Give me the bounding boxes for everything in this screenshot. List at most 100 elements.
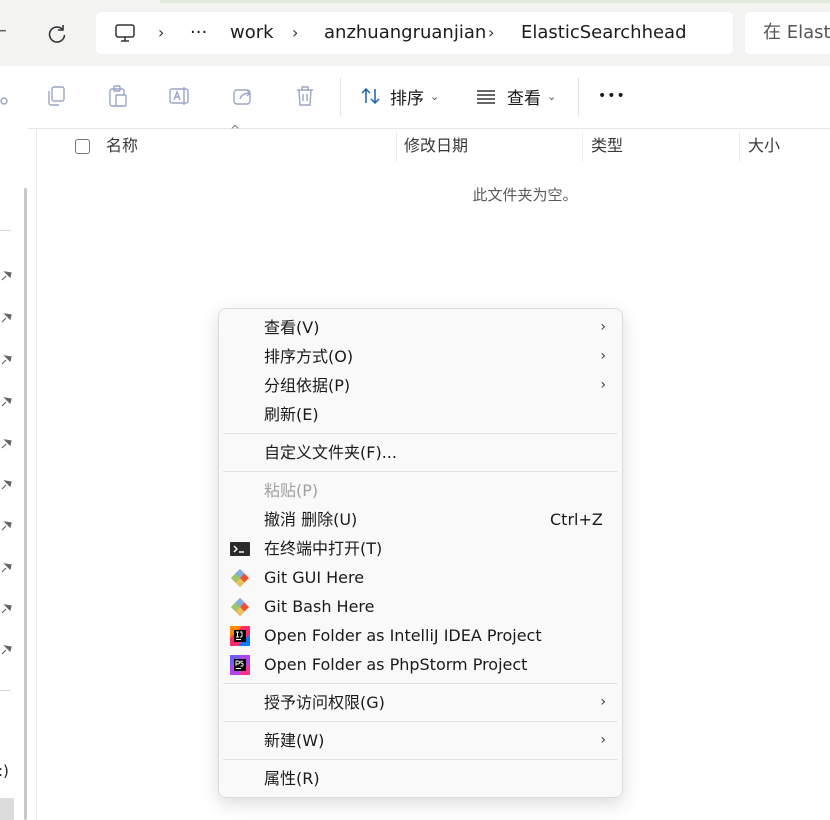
menu-separator bbox=[223, 759, 618, 760]
navigation-pane: :) bbox=[0, 128, 28, 820]
column-divider[interactable] bbox=[582, 132, 583, 162]
git-icon bbox=[231, 598, 249, 616]
menu-separator bbox=[223, 471, 618, 472]
pin-icon bbox=[1, 604, 12, 614]
breadcrumb-item-elasticsearchhead[interactable]: ElasticSearchhead bbox=[521, 12, 687, 54]
copy-icon[interactable] bbox=[44, 84, 68, 108]
pin-icon bbox=[1, 439, 12, 449]
terminal-icon bbox=[230, 542, 250, 556]
menu-item-open-intellij[interactable]: Open Folder as IntelliJ IDEA Project bbox=[223, 621, 618, 650]
menu-item-paste: 粘贴(P) bbox=[223, 476, 618, 505]
sort-button[interactable]: 排序 ⌄ bbox=[360, 82, 439, 110]
menu-item-sort-by[interactable]: 排序方式(O) › bbox=[223, 342, 618, 371]
sort-label: 排序 bbox=[390, 88, 424, 109]
git-icon bbox=[231, 569, 249, 587]
column-divider[interactable] bbox=[739, 132, 740, 162]
menu-item-label: 查看(V) bbox=[264, 318, 320, 337]
empty-folder-message: 此文件夹为空。 bbox=[472, 186, 578, 204]
menu-item-label: Git GUI Here bbox=[264, 568, 365, 587]
paste-icon[interactable] bbox=[106, 84, 130, 108]
menu-item-view[interactable]: 查看(V) › bbox=[223, 313, 618, 342]
menu-separator bbox=[223, 721, 618, 722]
chevron-right-icon: › bbox=[600, 377, 606, 393]
menu-item-undo-delete[interactable]: 撤消 删除(U) Ctrl+Z bbox=[223, 505, 618, 534]
chevron-down-icon: ⌄ bbox=[430, 89, 440, 103]
share-icon[interactable] bbox=[231, 84, 255, 108]
chevron-right-icon: › bbox=[600, 319, 606, 335]
pin-icon bbox=[1, 480, 12, 490]
pin-icon bbox=[1, 563, 12, 573]
column-header-modified[interactable]: 修改日期 bbox=[404, 128, 468, 164]
pane-divider bbox=[36, 128, 37, 820]
menu-item-git-bash[interactable]: Git Bash Here bbox=[223, 592, 618, 621]
menu-item-open-terminal[interactable]: 在终端中打开(T) bbox=[223, 534, 618, 563]
menu-item-label: 分组依据(P) bbox=[264, 376, 351, 395]
menu-item-properties[interactable]: 属性(R) bbox=[223, 764, 618, 793]
address-bar-area: – › ··· work › anzhuangruanjian › Elasti… bbox=[0, 0, 830, 66]
rename-icon[interactable] bbox=[168, 84, 192, 108]
select-all-checkbox[interactable] bbox=[75, 139, 90, 154]
pin-icon bbox=[1, 355, 12, 365]
cut-icon[interactable] bbox=[0, 84, 14, 108]
view-icon bbox=[477, 90, 495, 104]
menu-item-label: Open Folder as IntelliJ IDEA Project bbox=[264, 626, 542, 645]
search-placeholder: 在 Elasti bbox=[763, 22, 830, 43]
menu-item-new[interactable]: 新建(W) › bbox=[223, 726, 618, 755]
command-bar: 排序 ⌄ 查看 ⌄ ••• bbox=[0, 66, 830, 129]
chevron-right-icon: › bbox=[600, 348, 606, 364]
pin-icon bbox=[1, 645, 12, 655]
navigation-scrollbar[interactable] bbox=[24, 188, 27, 820]
nav-divider bbox=[0, 230, 10, 231]
pin-icon bbox=[1, 271, 12, 281]
more-options-button[interactable]: ••• bbox=[598, 82, 626, 110]
menu-item-shortcut: Ctrl+Z bbox=[550, 510, 603, 529]
forward-icon[interactable]: – bbox=[0, 18, 7, 43]
sort-caret-icon: ^ bbox=[230, 123, 241, 137]
menu-item-label: 属性(R) bbox=[264, 769, 320, 788]
menu-item-label: Git Bash Here bbox=[264, 597, 375, 616]
refresh-icon[interactable] bbox=[45, 22, 69, 46]
phpstorm-icon bbox=[230, 655, 250, 675]
chevron-right-icon[interactable]: › bbox=[488, 12, 494, 54]
breadcrumb-item-anzhuangruanjian[interactable]: anzhuangruanjian bbox=[324, 12, 486, 54]
column-divider[interactable] bbox=[396, 132, 397, 162]
pin-icon bbox=[1, 521, 12, 531]
breadcrumb-item-work[interactable]: work bbox=[230, 12, 274, 54]
menu-separator bbox=[223, 433, 618, 434]
view-button[interactable]: 查看 ⌄ bbox=[475, 82, 556, 110]
sort-icon bbox=[361, 87, 380, 105]
chevron-down-icon: ⌄ bbox=[547, 89, 557, 103]
menu-item-label: 新建(W) bbox=[264, 731, 325, 750]
menu-item-git-gui[interactable]: Git GUI Here bbox=[223, 563, 618, 592]
menu-item-label: 自定义文件夹(F)... bbox=[264, 443, 397, 462]
menu-item-label: 授予访问权限(G) bbox=[264, 693, 385, 712]
column-header-name[interactable]: 名称 bbox=[106, 128, 138, 164]
column-header-size[interactable]: 大小 bbox=[748, 128, 780, 164]
nav-divider bbox=[0, 690, 10, 691]
menu-separator bbox=[223, 683, 618, 684]
chevron-right-icon: › bbox=[600, 694, 606, 710]
chevron-right-icon[interactable]: › bbox=[292, 12, 298, 54]
menu-item-group-by[interactable]: 分组依据(P) › bbox=[223, 371, 618, 400]
pin-icon bbox=[1, 397, 12, 407]
chevron-right-icon[interactable]: › bbox=[158, 12, 164, 54]
menu-item-open-phpstorm[interactable]: Open Folder as PhpStorm Project bbox=[223, 650, 618, 679]
pin-icon bbox=[1, 313, 12, 323]
menu-item-refresh[interactable]: 刷新(E) bbox=[223, 400, 618, 429]
menu-item-give-access[interactable]: 授予访问权限(G) › bbox=[223, 688, 618, 717]
column-header-type[interactable]: 类型 bbox=[591, 128, 623, 164]
this-pc-icon[interactable] bbox=[114, 22, 136, 44]
context-menu: 查看(V) › 排序方式(O) › 分组依据(P) › 刷新(E) 自定义文件夹… bbox=[218, 308, 623, 798]
breadcrumb-overflow[interactable]: ··· bbox=[190, 12, 207, 54]
breadcrumb[interactable]: › ··· work › anzhuangruanjian › ElasticS… bbox=[96, 12, 733, 54]
menu-item-label: 撤消 删除(U) bbox=[264, 510, 358, 529]
menu-item-label: 刷新(E) bbox=[264, 405, 319, 424]
nav-drive-label[interactable]: :) bbox=[0, 762, 9, 780]
menu-item-label: 在终端中打开(T) bbox=[264, 539, 383, 558]
delete-icon[interactable] bbox=[293, 84, 317, 108]
nav-selected-item[interactable] bbox=[0, 798, 14, 820]
search-input[interactable]: 在 Elasti bbox=[745, 12, 830, 54]
toolbar-divider bbox=[340, 78, 341, 116]
chevron-right-icon: › bbox=[600, 732, 606, 748]
menu-item-customize-folder[interactable]: 自定义文件夹(F)... bbox=[223, 438, 618, 467]
